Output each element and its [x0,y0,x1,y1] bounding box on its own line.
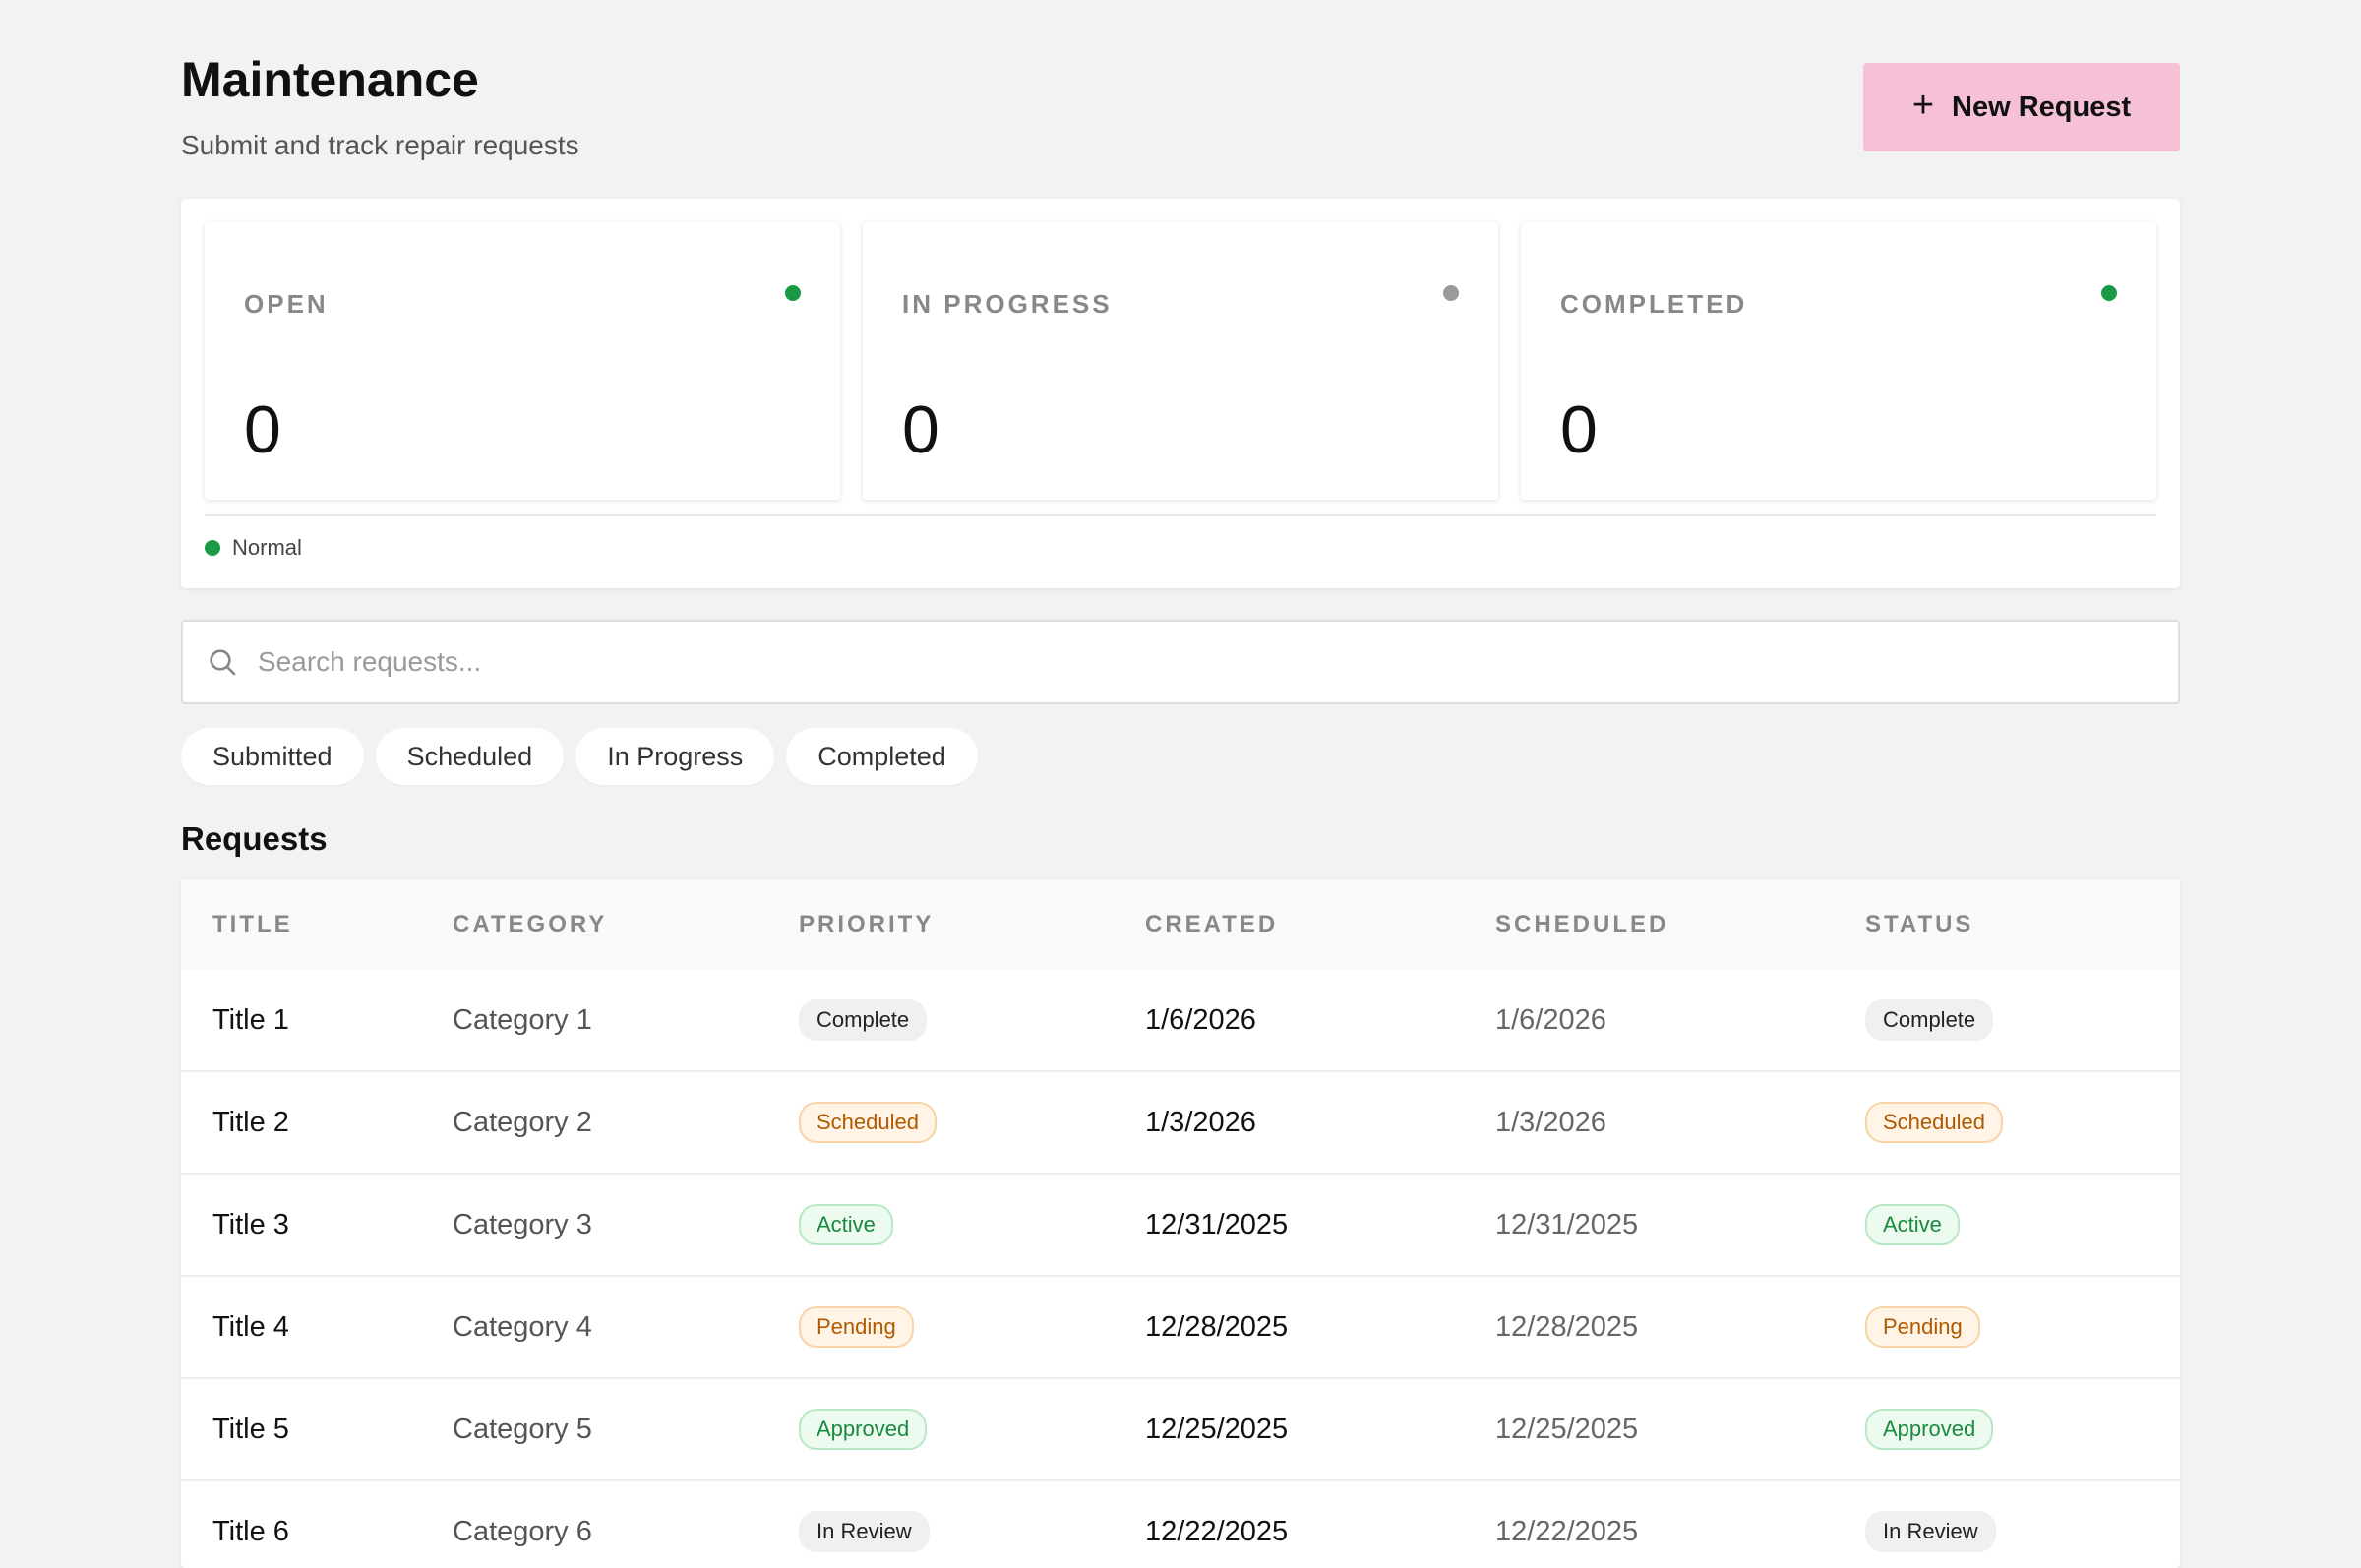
cell-scheduled: 1/6/2026 [1495,1003,1606,1036]
cell-priority: Active [799,1175,893,1275]
search-icon [210,649,236,676]
table-row[interactable]: Title 5 Category 5 Approved 12/25/2025 12/25… [181,1379,2180,1481]
search-input[interactable] [258,646,2028,678]
priority-badge: Active [799,1204,893,1245]
status-dot [1443,285,1459,301]
filter-chip-scheduled[interactable]: Scheduled [375,728,565,785]
table-header: TITLE CATEGORY PRIORITY CREATED SCHEDULE… [181,879,2180,970]
cell-title: Title 6 [212,1515,289,1547]
cell-title: Title 3 [212,1208,289,1240]
status-badge: Approved [1865,1409,1994,1450]
status-dot [785,285,801,301]
column-header-title[interactable]: TITLE [212,911,293,938]
section-title: Requests [181,820,328,857]
table-row[interactable]: Title 6 Category 6 In Review 12/22/2025 12/2… [181,1481,2180,1568]
cell-status: Complete [1865,970,1994,1070]
cell-priority: In Review [799,1481,930,1568]
column-header-status[interactable]: STATUS [1865,911,1973,938]
priority-badge: Complete [799,999,928,1041]
stat-label: OPEN [244,289,329,319]
stat-value: 0 [902,392,939,467]
cell-category: Category 5 [453,1413,592,1445]
new-request-label: New Request [1952,90,2132,123]
stat-card-in-progress: IN PROGRESS 0 [863,222,1498,500]
table-row[interactable]: Title 2 Category 2 Scheduled 1/3/2026 1/3/20… [181,1072,2180,1175]
cell-scheduled: 12/25/2025 [1495,1413,1639,1445]
priority-badge: Scheduled [799,1102,937,1143]
cell-priority: Scheduled [799,1072,937,1173]
stats-panel: OPEN 0 IN PROGRESS 0 COMPLETED 0 Normal [181,199,2180,588]
stat-card-open: OPEN 0 [205,222,840,500]
priority-badge: Pending [799,1306,914,1348]
page-title: Maintenance [181,52,479,107]
legend-label: Normal [232,535,302,560]
cell-title: Title 4 [212,1310,289,1343]
stat-label: IN PROGRESS [902,289,1113,319]
divider [205,514,2156,516]
new-request-button[interactable]: + New Request [1863,63,2180,151]
cell-created: 12/25/2025 [1145,1413,1289,1445]
cell-status: Scheduled [1865,1072,2003,1173]
filter-chip-completed[interactable]: Completed [786,728,978,785]
cell-created: 1/3/2026 [1145,1106,1256,1138]
table-row[interactable]: Title 1 Category 1 Complete 1/6/2026 1/6/202… [181,970,2180,1072]
cell-scheduled: 12/22/2025 [1495,1515,1639,1547]
cell-scheduled: 12/28/2025 [1495,1310,1639,1343]
column-header-created[interactable]: CREATED [1145,911,1278,938]
cell-title: Title 2 [212,1106,289,1138]
cell-status: Active [1865,1175,1960,1275]
cell-status: Approved [1865,1379,1994,1479]
column-header-priority[interactable]: PRIORITY [799,911,934,938]
cell-scheduled: 1/3/2026 [1495,1106,1606,1138]
stat-card-completed: COMPLETED 0 [1521,222,2156,500]
status-badge: Scheduled [1865,1102,2003,1143]
priority-badge: In Review [799,1511,930,1552]
filter-chip-in-progress[interactable]: In Progress [575,728,775,785]
cell-title: Title 5 [212,1413,289,1445]
cell-created: 12/28/2025 [1145,1310,1289,1343]
cell-category: Category 6 [453,1515,592,1547]
cell-created: 12/31/2025 [1145,1208,1289,1240]
filter-chip-submitted[interactable]: Submitted [181,728,364,785]
search-bar [181,620,2180,704]
legend-dot [205,540,220,556]
page-subtitle: Submit and track repair requests [181,130,579,160]
stat-label: COMPLETED [1560,289,1748,319]
cell-status: Pending [1865,1277,1980,1377]
column-header-category[interactable]: CATEGORY [453,911,607,938]
cell-priority: Pending [799,1277,914,1377]
cell-created: 12/22/2025 [1145,1515,1289,1547]
cell-priority: Approved [799,1379,928,1479]
table-row[interactable]: Title 4 Category 4 Pending 12/28/2025 12/28/… [181,1277,2180,1379]
status-badge: Complete [1865,999,1994,1041]
page-header: Maintenance Submit and track repair requ… [181,0,2180,197]
table-row[interactable]: Title 3 Category 3 Active 12/31/2025 12/31/2… [181,1175,2180,1277]
cell-scheduled: 12/31/2025 [1495,1208,1639,1240]
status-dot [2101,285,2117,301]
cell-category: Category 2 [453,1106,592,1138]
status-badge: Pending [1865,1306,1980,1348]
column-header-scheduled[interactable]: SCHEDULED [1495,911,1668,938]
stat-value: 0 [1560,392,1598,467]
maintenance-page: Maintenance Submit and track repair requ… [181,0,2180,1568]
priority-badge: Approved [799,1409,928,1450]
status-badge: In Review [1865,1511,1996,1552]
cell-category: Category 4 [453,1310,592,1343]
plus-icon: + [1911,85,1935,126]
legend: Normal [205,535,302,561]
cell-created: 1/6/2026 [1145,1003,1256,1036]
cell-category: Category 1 [453,1003,592,1036]
status-badge: Active [1865,1204,1960,1245]
cell-category: Category 3 [453,1208,592,1240]
cell-title: Title 1 [212,1003,289,1036]
requests-table: TITLE CATEGORY PRIORITY CREATED SCHEDULE… [181,879,2180,1568]
cell-status: In Review [1865,1481,1996,1568]
stat-value: 0 [244,392,281,467]
filter-chips: Submitted Scheduled In Progress Complete… [181,728,978,785]
cell-priority: Complete [799,970,928,1070]
table-body: Title 1 Category 1 Complete 1/6/2026 1/6/202… [181,970,2180,1568]
